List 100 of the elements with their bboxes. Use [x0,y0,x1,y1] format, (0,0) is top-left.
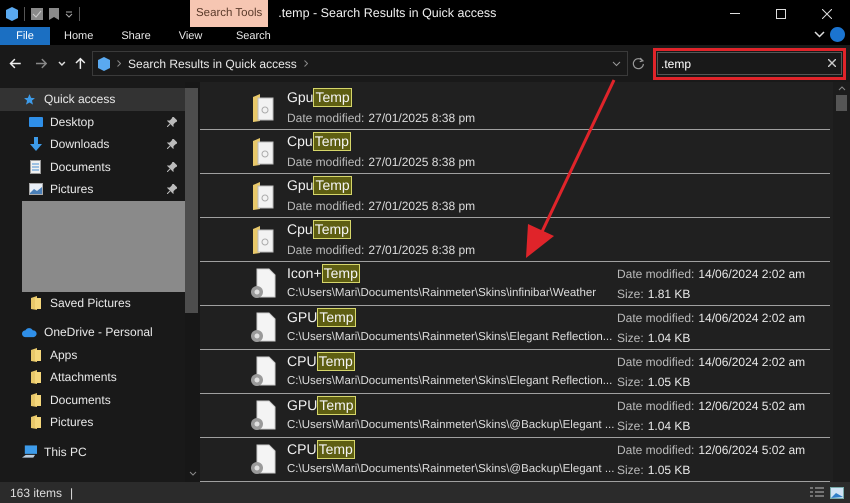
pin-icon[interactable] [167,116,177,127]
file-name: CPU [287,353,317,370]
document-icon [30,160,41,174]
sidebar-item[interactable]: Documents [0,156,185,178]
window-title: .temp - Search Results in Quick access [278,5,496,22]
file-name: Icon+ [287,265,322,282]
file-name: Cpu [287,221,313,238]
date-value: 14/06/2024 2:02 am [698,354,806,370]
search-match-highlight: Temp [317,396,356,416]
search-match-highlight: Temp [316,440,355,460]
file-name: CPU [287,441,317,458]
date-label: Date modified: [617,442,694,458]
date-label: Date modified: [287,242,364,259]
folder-icon [30,370,42,384]
help-icon[interactable] [830,27,845,42]
scroll-up-icon[interactable] [838,86,846,91]
search-match-highlight: Temp [312,132,351,151]
search-match-highlight: Temp [313,88,352,107]
date-value: 12/06/2024 5:02 am [698,398,806,414]
refresh-icon[interactable] [632,57,646,70]
sidebar-item[interactable]: Saved Pictures [0,292,185,314]
search-result-item[interactable]: Icon+Temp C:\Users\Mari\Documents\Rainmeter\Skins\infinibar\Weather Date modified: 14/06/2024 2:02 am Size: 1.81 KB [200,262,830,306]
scroll-down-icon[interactable] [188,471,196,476]
details-view-icon[interactable] [810,486,824,498]
file-path: C:\Users\Mari\Documents\Rainmeter\Skins\infinibar\Weather [287,286,598,302]
up-arrow-icon[interactable] [75,57,86,70]
scrollbar-thumb[interactable] [185,88,198,313]
size-label: Size: [617,462,644,478]
search-result-item[interactable]: CPU Temp C:\Users\Mari\Documents\Rainmeter\Skins\Elegant Reflection... Date modified: 14/06/2024 2:02 am Size: 1.05 KB [200,350,830,394]
sidebar-item[interactable]: OneDrive - Personal [0,321,185,344]
star-icon [23,92,36,106]
date-value: 14/06/2024 2:02 am [698,310,806,326]
size-label: Size: [617,374,644,390]
settings-file-icon [249,312,277,344]
search-match-highlight: Temp [312,220,351,239]
forward-arrow-icon[interactable] [34,58,48,69]
clear-icon[interactable] [828,59,836,67]
search-match-highlight: Temp [322,264,360,284]
folder-icon [252,136,274,166]
file-name: GPU [287,309,318,326]
back-arrow-icon[interactable] [9,58,22,69]
explorer-icon [6,6,18,20]
search-result-item[interactable]: Gpu Temp Date modified: 27/01/2025 8:38 pm [200,174,830,218]
large-icons-view-icon[interactable] [830,486,844,498]
file-name: Cpu [287,133,313,150]
ribbon-tab[interactable]: Search [224,27,282,45]
ribbon-tab[interactable]: Share [107,27,165,45]
pin-icon[interactable] [167,184,177,194]
desktop-icon [28,116,42,128]
file-path: C:\Users\Mari\Documents\Rainmeter\Skins\@Backup\Elegant ... [287,462,616,478]
picture-icon [28,183,42,196]
dropdown-icon[interactable] [65,10,73,18]
sidebar-item[interactable]: Pictures [0,178,185,200]
date-value: 12/06/2024 5:02 am [698,442,806,458]
ribbon-tab[interactable]: View [164,27,216,45]
computer-icon [22,444,37,459]
sidebar-item[interactable]: Documents [0,388,185,411]
settings-file-icon [249,444,277,476]
sidebar-item[interactable]: Desktop [0,110,185,133]
search-result-item[interactable]: Cpu Temp Date modified: 27/01/2025 8:38 pm [200,130,830,174]
pin-icon[interactable] [167,162,177,172]
download-icon [30,137,42,152]
sidebar-item[interactable]: Downloads [0,133,185,156]
date-label: Date modified: [287,154,364,171]
date-label: Date modified: [617,354,694,370]
properties-icon[interactable] [31,8,43,20]
date-label: Date modified: [617,310,694,326]
date-value: 27/01/2025 8:38 pm [368,154,476,171]
size-value: 1.05 KB [648,374,690,390]
dropdown-icon[interactable] [612,60,622,66]
search-match-highlight: Temp [317,308,356,328]
scrollbar[interactable] [833,82,850,482]
folder-icon [30,392,42,407]
sidebar-item[interactable]: Attachments [0,366,185,388]
scrollbar-thumb[interactable] [836,95,847,111]
recent-locations-icon[interactable] [58,60,66,66]
date-value: 14/06/2024 2:02 am [698,266,806,282]
minimize-icon [730,13,740,14]
date-value: 27/01/2025 8:38 pm [368,110,476,127]
status-separator: | [70,484,74,502]
ribbon-tab[interactable]: File [0,27,50,45]
sidebar-item[interactable]: This PC [0,440,185,463]
folder-icon [252,224,274,254]
folder-icon [252,92,274,122]
search-result-item[interactable]: GPU Temp C:\Users\Mari\Documents\Rainmeter\Skins\Elegant Reflection... Date modified: 14/06/2024 2:02 am Size: 1.04 KB [200,306,830,350]
address-bar[interactable]: Search Results in Quick access [92,51,628,76]
sidebar-item[interactable]: Pictures [0,411,185,434]
expand-ribbon-icon[interactable] [814,31,825,38]
size-label: Size: [617,418,644,434]
search-field[interactable]: .temp [657,52,842,75]
sidebar-item[interactable]: Quick access [0,88,185,110]
sidebar-item[interactable]: Apps [0,344,185,366]
address-path[interactable]: Search Results in Quick access [128,54,297,72]
settings-file-icon [249,400,277,432]
contextual-tab-header: Search Tools [190,0,268,27]
search-result-item[interactable]: Gpu Temp Date modified: 27/01/2025 8:38 pm [200,86,830,130]
ribbon-tab[interactable]: Home [50,27,108,45]
pin-icon[interactable] [167,139,177,150]
search-result-item[interactable]: GPU Temp C:\Users\Mari\Documents\Rainmeter\Skins\@Backup\Elegant ... Date modified: 12/06/2024 5:02 am Size: 1.04 KB [200,394,830,438]
date-value: 27/01/2025 8:38 pm [368,242,476,259]
